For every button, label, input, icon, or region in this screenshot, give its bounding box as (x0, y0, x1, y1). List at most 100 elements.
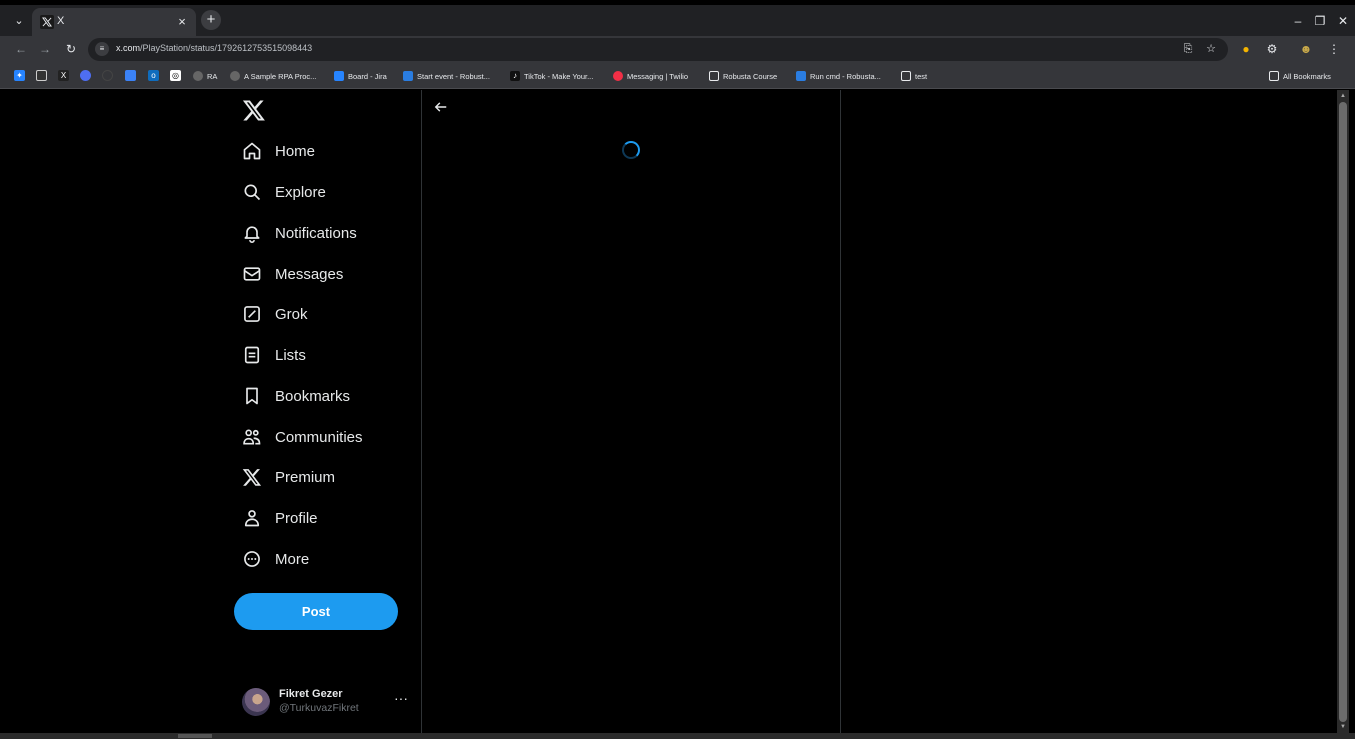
address-bar[interactable]: ≡ x.com/PlayStation/status/1792612753515… (88, 38, 1228, 61)
nav-messages[interactable]: Messages (242, 260, 343, 288)
scroll-up-icon[interactable]: ▲ (1339, 92, 1347, 100)
extension-icon[interactable]: ● (1238, 41, 1254, 57)
cast-icon[interactable]: ⎘ (1181, 42, 1195, 56)
nav-bookmarks-label: Bookmarks (275, 387, 351, 405)
browser-tabstrip: ⌄ X × + – ❐ ✕ (0, 0, 1355, 36)
nav-grok[interactable]: Grok (242, 300, 308, 328)
tab-search-chevron-icon[interactable]: ⌄ (12, 14, 26, 28)
nav-explore[interactable]: Explore (242, 178, 326, 206)
nav-lists-label: Lists (275, 346, 306, 364)
bell-icon (244, 226, 260, 243)
x-favicon-icon (40, 15, 54, 29)
tiktok-icon: ♪ (510, 71, 520, 81)
nav-communities-label: Communities (275, 428, 363, 446)
more-circle-icon (244, 551, 260, 567)
nav-communities[interactable]: Communities (242, 423, 363, 451)
window-close-icon[interactable]: ✕ (1333, 13, 1353, 29)
profile-avatar-icon[interactable]: ☻ (1298, 41, 1314, 57)
twilio-icon (613, 71, 623, 81)
post-button[interactable]: Post (234, 593, 398, 630)
nav-more[interactable]: More (242, 545, 309, 573)
nav-home-label: Home (275, 142, 316, 160)
forward-icon[interactable]: → (37, 41, 53, 57)
bookmark-item[interactable]: Board - Jira (334, 69, 387, 83)
globe-icon (193, 71, 203, 81)
nav-premium-label: Premium (275, 468, 336, 486)
reload-icon[interactable]: ↻ (63, 41, 79, 57)
restore-icon[interactable]: ❐ (1310, 13, 1330, 29)
nav-explore-label: Explore (275, 183, 326, 201)
nav-lists[interactable]: Lists (242, 341, 306, 369)
bookmark-chatgpt-icon[interactable]: ◎ (170, 70, 181, 81)
bookmark-square-icon[interactable] (36, 70, 47, 81)
bookmark-folder[interactable]: Robusta Course (709, 69, 777, 83)
bookmark-item[interactable]: Run cmd - Robusta... (796, 69, 881, 83)
taskbar-item[interactable] (178, 734, 212, 738)
nav-premium[interactable]: Premium (242, 463, 335, 491)
search-icon (244, 184, 261, 201)
nav-more-label: More (275, 550, 310, 568)
account-more-icon[interactable]: ··· (394, 690, 408, 706)
grok-icon (244, 306, 260, 322)
taskbar-strip (0, 733, 1355, 739)
nav-notifications-label: Notifications (275, 224, 357, 242)
nav-bookmarks[interactable]: Bookmarks (242, 382, 350, 410)
x-page: Home Explore Notifications Messages Grok… (0, 90, 1337, 733)
bookmark-item[interactable]: A Sample RPA Proc... (230, 69, 316, 83)
tab-close-icon[interactable]: × (174, 14, 190, 30)
robusta-icon (403, 71, 413, 81)
x-logo-icon[interactable] (242, 98, 266, 122)
communities-icon (243, 429, 261, 445)
bookmark-app-icon[interactable] (125, 70, 136, 81)
back-arrow-icon[interactable] (434, 100, 448, 114)
bookmark-blank-icon[interactable] (102, 70, 113, 81)
avatar (242, 688, 270, 716)
nav-profile[interactable]: Profile (242, 504, 318, 532)
bookmarks-bar: ✦ X o ◎ RA A Sample RPA Proc... Board - … (0, 63, 1355, 89)
jira-icon (334, 71, 344, 81)
back-icon[interactable]: ← (13, 41, 29, 57)
bookmark-item[interactable]: ♪ TikTok - Make Your... (510, 69, 593, 83)
nav-home[interactable]: Home (242, 137, 315, 165)
folder-icon (901, 71, 911, 81)
bookmark-item[interactable]: Start event - Robust... (403, 69, 490, 83)
sidebar: Home Explore Notifications Messages Grok… (230, 90, 421, 733)
bookmark-star-icon[interactable]: ☆ (1204, 42, 1218, 56)
all-bookmarks[interactable]: All Bookmarks (1269, 69, 1331, 83)
account-name: Fikret Gezer (279, 688, 343, 700)
minimize-icon[interactable]: – (1288, 13, 1308, 29)
person-icon (244, 510, 260, 527)
site-info-icon[interactable]: ≡ (95, 42, 109, 56)
x-bookmark-icon[interactable]: X (58, 70, 69, 81)
envelope-icon (243, 267, 261, 281)
folder-icon (709, 71, 719, 81)
folder-icon (1269, 71, 1279, 81)
nav-grok-label: Grok (275, 305, 308, 323)
bookmark-item[interactable]: Messaging | Twilio (613, 69, 688, 83)
browser-toolbar: ← → ↻ ≡ x.com/PlayStation/status/1792612… (0, 36, 1355, 63)
nav-messages-label: Messages (275, 265, 344, 283)
jira-bookmark-icon[interactable]: ✦ (14, 70, 25, 81)
scrollbar-thumb[interactable] (1339, 102, 1347, 722)
nav-notifications[interactable]: Notifications (242, 219, 357, 247)
bookmark-folder[interactable]: test (901, 69, 927, 83)
scroll-down-icon[interactable]: ▼ (1339, 723, 1347, 731)
outlook-bookmark-icon[interactable]: o (148, 70, 159, 81)
url-text[interactable]: x.com/PlayStation/status/179261275351509… (116, 43, 312, 53)
robusta-icon (796, 71, 806, 81)
loading-spinner (622, 141, 640, 159)
bookmark-icon (246, 387, 258, 405)
new-tab-button[interactable]: + (201, 10, 221, 30)
bookmark-item[interactable]: RA (193, 69, 217, 83)
browser-tab[interactable]: X × (32, 8, 196, 36)
bookmark-circle-icon[interactable] (80, 70, 91, 81)
globe-icon (230, 71, 240, 81)
menu-kebab-icon[interactable]: ⋮ (1326, 41, 1342, 57)
list-icon (244, 346, 260, 364)
extensions-puzzle-icon[interactable]: ⚙ (1264, 41, 1280, 57)
page-scrollbar[interactable]: ▲ ▼ (1337, 90, 1349, 733)
tab-title: X (57, 15, 65, 27)
account-switcher[interactable]: Fikret Gezer @TurkuvazFikret ··· (242, 686, 412, 718)
main-column (421, 90, 841, 733)
account-handle: @TurkuvazFikret (279, 702, 359, 714)
